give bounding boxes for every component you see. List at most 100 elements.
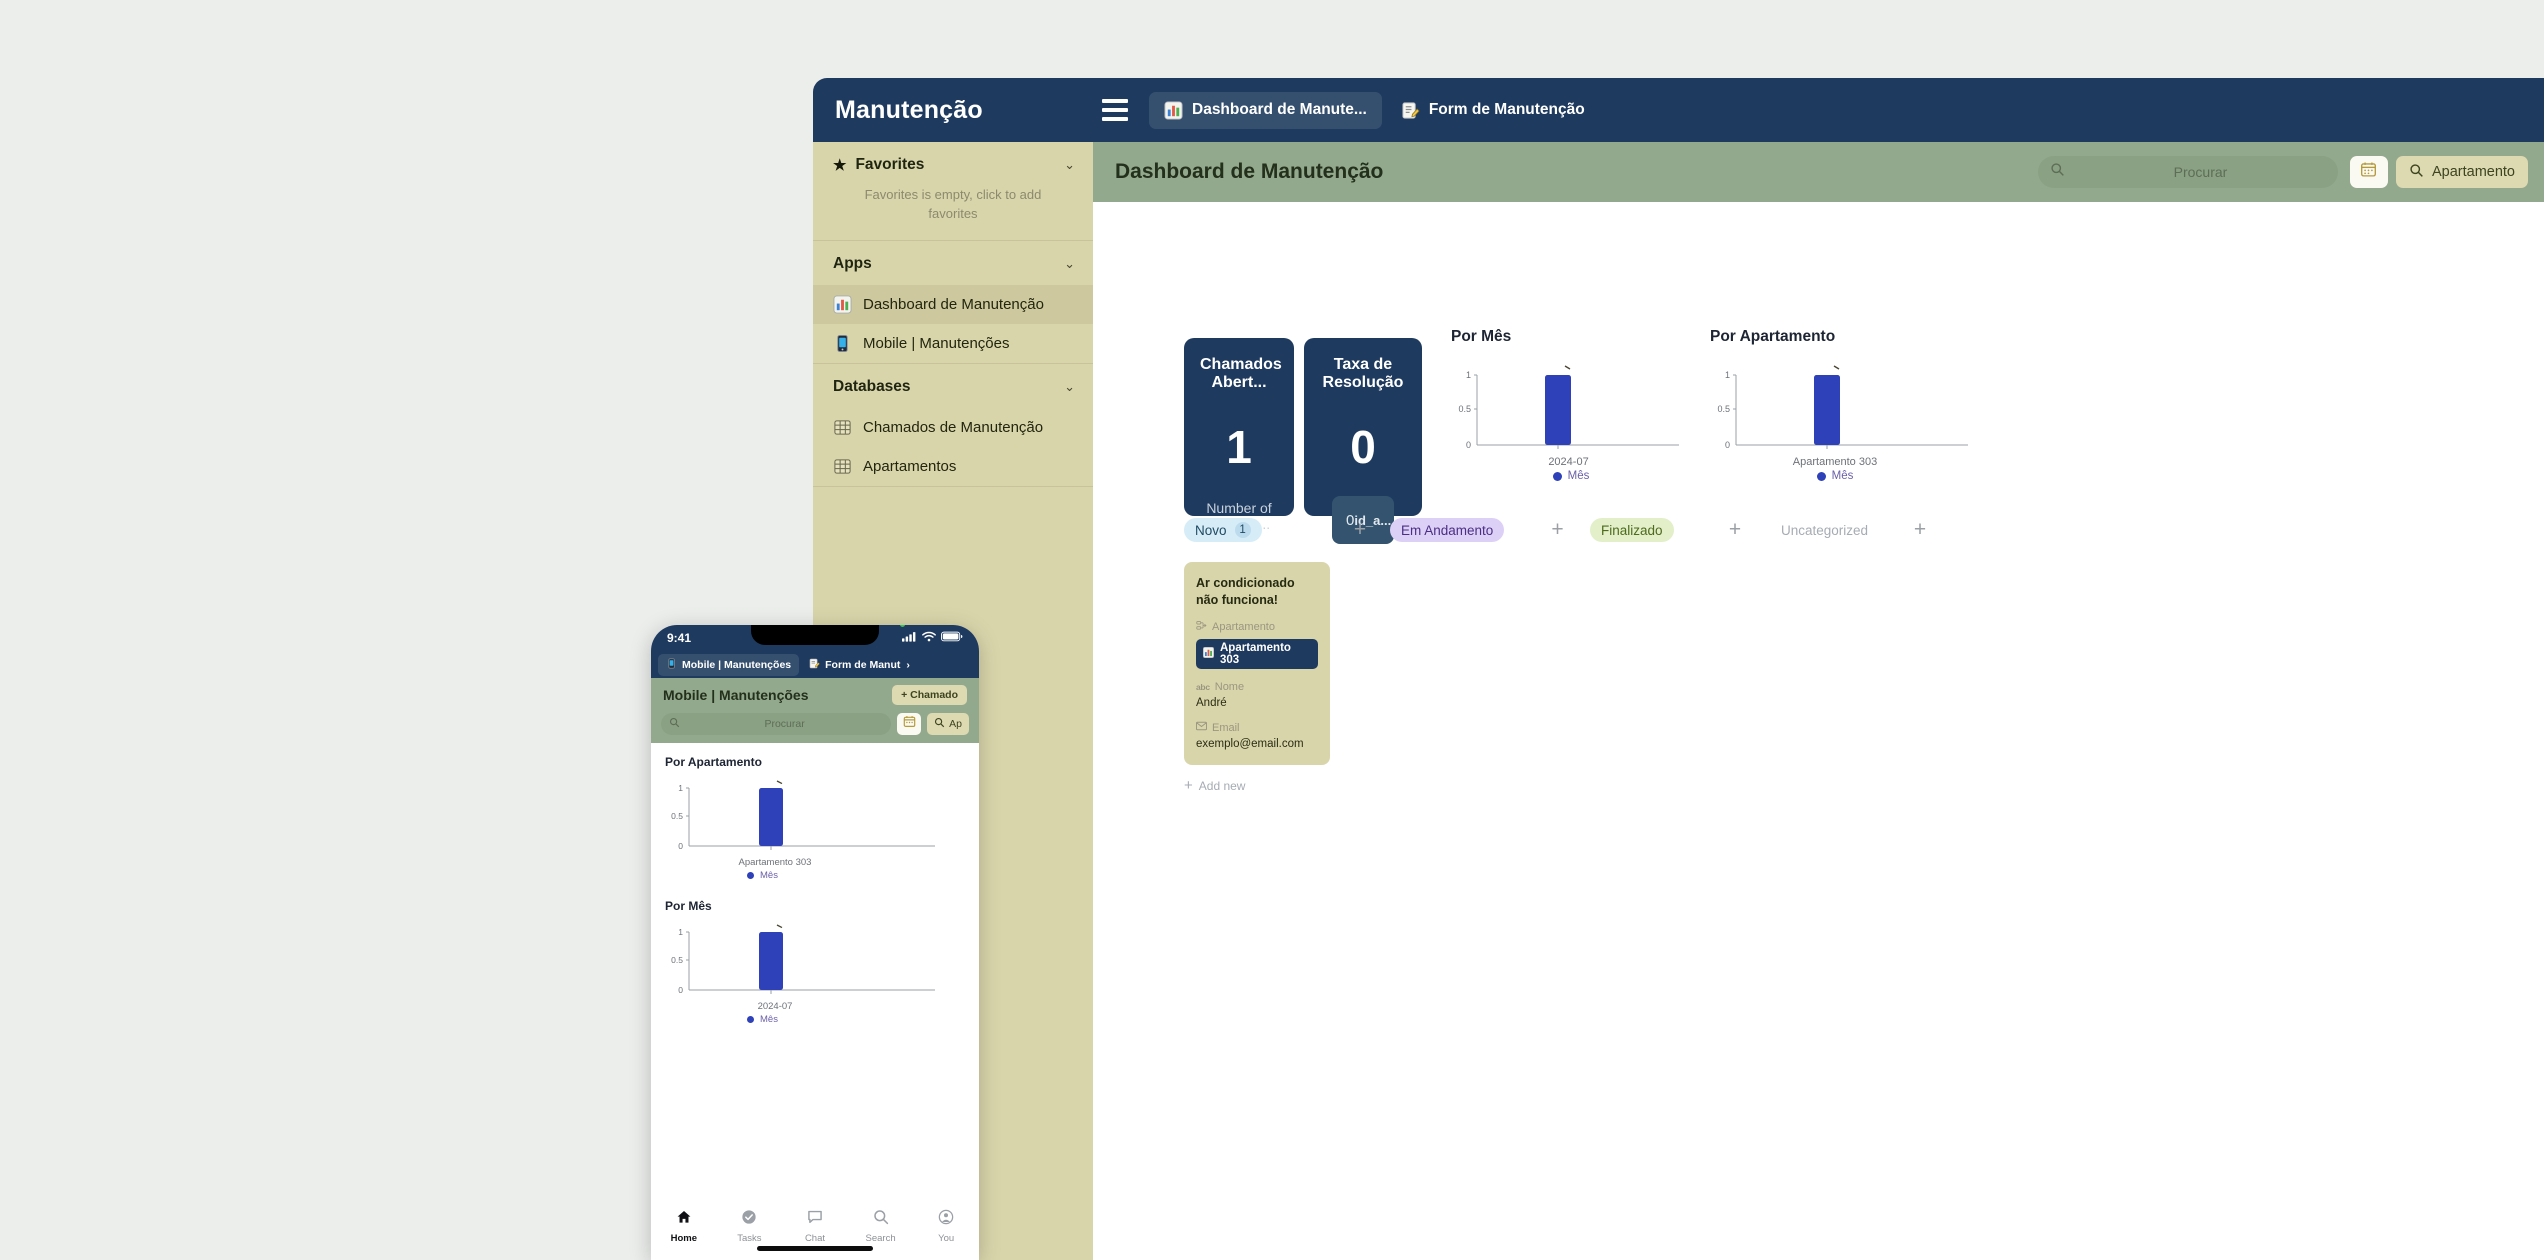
new-chamado-button[interactable]: + Chamado xyxy=(892,684,967,705)
add-column-button-4[interactable]: + xyxy=(1914,518,1926,541)
phone-nav-search[interactable]: Search xyxy=(853,1209,909,1244)
chart-title: Por Mês xyxy=(665,899,712,913)
add-new-label: Add new xyxy=(1198,778,1246,793)
phone-tab-form-de-manutencao[interactable]: Form de Manut › xyxy=(801,654,918,676)
sidebar-section-apps[interactable]: Apps ⌄ xyxy=(813,241,1093,285)
kpi-value: 0 xyxy=(1350,421,1376,473)
svg-text:0: 0 xyxy=(1466,440,1471,450)
add-new-card-button[interactable]: + Add new xyxy=(1184,778,2484,793)
legend-color-dot xyxy=(747,872,755,879)
chart-por-apartamento[interactable]: Por Apartamento 1 0.5 0 Apartamento 303 xyxy=(1710,328,1980,482)
search-icon xyxy=(669,715,680,733)
kanban-column-body-novo: Ar condicionado não funciona! Apartament… xyxy=(1184,562,2484,793)
phone-chart-por-apartamento[interactable]: Por Apartamento 1 0.5 0 Apartamento 303 xyxy=(665,755,965,881)
svg-text:0.5: 0.5 xyxy=(1458,404,1471,414)
phone-search-input[interactable]: Procurar xyxy=(661,713,892,735)
phone-calendar-button[interactable] xyxy=(897,713,922,735)
chart-plot-area: 1 0.5 0 xyxy=(1458,365,1679,450)
phone-tab-strip: Mobile | Manutenções Form de Manut › xyxy=(651,651,979,678)
mobile-phone-icon xyxy=(833,334,852,353)
phone-nav-label: Chat xyxy=(804,1233,826,1244)
chart-legend[interactable]: Mês xyxy=(651,1014,965,1025)
filter-apartamento-button[interactable]: Apartamento xyxy=(2395,156,2528,188)
chart-plot-area: 1 0.5 0 xyxy=(1717,365,1968,450)
phone-home-indicator xyxy=(757,1246,873,1251)
chart-por-mes[interactable]: Por Mês 1 0.5 0 2024-07 Mês xyxy=(1451,328,1691,482)
phone-tab-label: Form de Manut xyxy=(825,658,901,671)
phone-chart-por-mes[interactable]: Por Mês 1 0.5 0 2024-07 Mês xyxy=(665,899,965,1025)
phone-filter-button[interactable]: Ap xyxy=(927,713,969,735)
add-column-button-3[interactable]: + xyxy=(1729,518,1741,541)
hamburger-icon[interactable] xyxy=(1093,99,1137,121)
phone-nav-home[interactable]: Home xyxy=(656,1209,712,1244)
calendar-button[interactable] xyxy=(2349,156,2388,188)
battery-icon xyxy=(941,629,963,647)
kpi-card-taxa-de-resolucao[interactable]: Taxa de Resolução 0 0 id_a... xyxy=(1304,338,1422,544)
chevron-right-icon[interactable]: › xyxy=(906,659,910,671)
favorites-empty-message: Favorites is empty, click to add favorit… xyxy=(864,187,1042,221)
legend-color-dot xyxy=(1816,471,1826,481)
form-note-icon xyxy=(1401,101,1420,120)
sidebar-section-label: Apps xyxy=(833,254,872,272)
chart-x-tick-label: 2024-07 xyxy=(1548,456,1589,468)
chart-legend[interactable]: Mês xyxy=(651,870,965,881)
chevron-down-icon[interactable]: ⌄ xyxy=(1064,157,1075,173)
legend-label: Mês xyxy=(1567,470,1590,482)
chevron-down-icon[interactable]: ⌄ xyxy=(1064,379,1075,395)
search-icon xyxy=(934,717,945,731)
reference-label: Apartamento 303 xyxy=(1220,642,1291,666)
sidebar-item-label: Dashboard de Manutenção xyxy=(863,295,1044,313)
phone-status-time: 9:41 xyxy=(667,631,692,645)
add-column-button-2[interactable]: + xyxy=(1551,518,1563,541)
kanban-column-header-novo[interactable]: Novo 1 xyxy=(1184,518,1330,542)
tab-form-de-manutencao[interactable]: Form de Manutenção xyxy=(1386,92,1600,129)
phone-nav-chat[interactable]: Chat xyxy=(787,1209,843,1244)
kanban-card[interactable]: Ar condicionado não funciona! Apartament… xyxy=(1184,562,1330,765)
field-label: Email xyxy=(1212,721,1240,734)
app-window: Manutenção Dashboard de Manute... Form d… xyxy=(813,78,2544,1260)
sidebar-section-databases[interactable]: Databases ⌄ xyxy=(813,364,1093,408)
tab-label: Dashboard de Manute... xyxy=(1192,101,1367,118)
kanban-card-title: Ar condicionado não funciona! xyxy=(1196,576,1295,607)
tab-label: Form de Manutenção xyxy=(1428,101,1585,118)
search-input[interactable]: Procurar xyxy=(2037,156,2338,188)
kpi-card-chamados-abertos[interactable]: Chamados Abert... 1 Number of records ..… xyxy=(1184,338,1294,532)
kanban-field-value-apartamento[interactable]: Apartamento 303 xyxy=(1196,639,1318,669)
sidebar-item-chamados-de-manutencao[interactable]: Chamados de Manutenção xyxy=(813,408,1093,447)
chart-legend[interactable]: Mês xyxy=(1451,470,1691,482)
tab-dashboard-de-manutencao[interactable]: Dashboard de Manute... xyxy=(1149,91,1382,129)
kanban-field-label-apartamento: Apartamento xyxy=(1196,620,1318,634)
legend-color-dot xyxy=(1552,471,1562,481)
chart-plot-area: 1 0.5 0 xyxy=(671,780,935,851)
legend-color-dot xyxy=(747,1016,755,1023)
sidebar-section-favorites[interactable]: ★ Favorites ⌄ xyxy=(813,142,1093,186)
table-icon xyxy=(833,418,852,437)
svg-text:1: 1 xyxy=(1725,370,1730,380)
svg-text:0.5: 0.5 xyxy=(671,955,683,965)
phone-nav-you[interactable]: You xyxy=(918,1209,974,1244)
phone-nav-tasks[interactable]: Tasks xyxy=(721,1209,777,1244)
kanban-column-header-em-andamento[interactable]: Em Andamento xyxy=(1390,518,1525,542)
kanban-board: Novo 1 + Em Andamento + Finalizado + Unc… xyxy=(1184,518,2484,793)
svg-text:0.5: 0.5 xyxy=(671,811,683,821)
phone-search-row: Procurar Ap xyxy=(651,711,979,743)
kanban-column-header-uncategorized[interactable]: Uncategorized xyxy=(1770,518,1890,542)
add-column-button-1[interactable]: + xyxy=(1354,518,1366,541)
sidebar-item-apartamentos[interactable]: Apartamentos xyxy=(813,447,1093,486)
app-brand-title: Manutenção xyxy=(835,95,983,124)
svg-text:0.5: 0.5 xyxy=(1717,404,1730,414)
chart-legend[interactable]: Mês xyxy=(1690,470,1980,482)
phone-tab-mobile-manutencoes[interactable]: Mobile | Manutenções xyxy=(658,653,800,676)
kanban-column-header-finalizado[interactable]: Finalizado xyxy=(1590,518,1700,542)
envelope-icon xyxy=(1196,721,1208,734)
sidebar-item-dashboard-de-manutencao[interactable]: Dashboard de Manutenção xyxy=(813,284,1093,324)
chevron-down-icon[interactable]: ⌄ xyxy=(1064,256,1075,272)
chart-x-tick-label: 2024-07 xyxy=(757,1001,793,1012)
home-icon xyxy=(676,1209,692,1230)
dashboard-canvas: Chamados Abert... 1 Number of records ..… xyxy=(1093,202,2544,1260)
sidebar-item-mobile-manutencoes[interactable]: Mobile | Manutenções xyxy=(813,324,1093,363)
relation-icon xyxy=(1196,620,1207,634)
svg-text:0: 0 xyxy=(678,985,683,995)
bar-chart-icon xyxy=(1203,647,1214,661)
sidebar-item-label: Chamados de Manutenção xyxy=(863,418,1044,436)
